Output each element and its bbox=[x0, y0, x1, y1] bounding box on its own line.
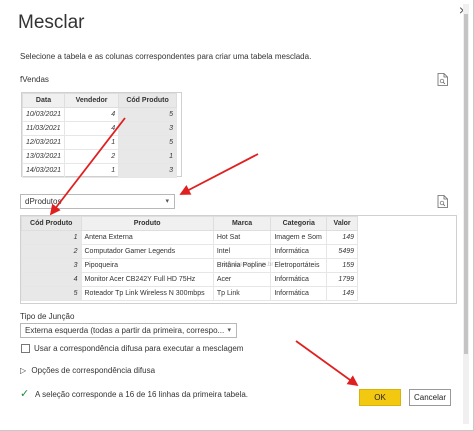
second-table-selected: dProdutos bbox=[25, 197, 62, 206]
dialog-title: Mesclar bbox=[18, 12, 85, 33]
dialog-subtitle: Selecione a tabela e as colunas correspo… bbox=[20, 52, 312, 61]
table-cell: 1 bbox=[118, 149, 177, 164]
table-cell: 4 bbox=[64, 121, 120, 136]
table-cell: Hot Sat bbox=[212, 230, 272, 245]
merge-dialog: × Mesclar Selecione a tabela e as coluna… bbox=[0, 0, 474, 431]
table-cell: 149 bbox=[326, 230, 358, 245]
join-type-selected: Externa esquerda (todas a partir da prim… bbox=[25, 326, 225, 335]
scrollbar-thumb[interactable] bbox=[464, 14, 468, 354]
table-cell: 149 bbox=[326, 286, 358, 301]
table-row: 10/03/2021 4 5 bbox=[21, 107, 177, 122]
table-cell: Acer bbox=[212, 272, 272, 287]
annotation-arrow bbox=[295, 340, 359, 387]
table-cell: 2 bbox=[21, 244, 82, 259]
table-row: 3 Pipoqueira Britânia Popline Eletroportáte… bbox=[21, 258, 358, 273]
table-cell: Antena Externa bbox=[80, 230, 214, 245]
table2-grid: Cód Produto Produto Marca Categoria Valo… bbox=[21, 216, 358, 301]
table-row: 2 Computador Gamer Legends Intel Informátic… bbox=[21, 244, 358, 259]
cancel-button[interactable]: Cancelar bbox=[409, 389, 451, 406]
table-cell: Intel bbox=[212, 244, 272, 259]
annotation-arrow bbox=[179, 153, 259, 195]
table1-header[interactable]: Vendedor bbox=[64, 93, 120, 108]
table-row: 11/03/2021 4 3 bbox=[21, 121, 177, 136]
table2-header[interactable]: Categoria bbox=[270, 216, 328, 231]
fuzzy-match-label[interactable]: Usar a correspondência difusa para execu… bbox=[34, 344, 243, 353]
table-cell: Informática bbox=[270, 272, 328, 287]
table-row: 13/03/2021 2 1 bbox=[21, 149, 177, 164]
chevron-down-icon: ▾ bbox=[165, 198, 169, 205]
table-cell: 1 bbox=[21, 230, 82, 245]
table1-header[interactable]: Data bbox=[21, 93, 66, 108]
join-type-dropdown[interactable]: Externa esquerda (todas a partir da prim… bbox=[20, 323, 237, 338]
table-row: 14/03/2021 1 3 bbox=[21, 163, 177, 178]
table-cell: 14/03/2021 bbox=[21, 163, 66, 178]
table-row: 1 Antena Externa Hot Sat Imagem e Som 149 bbox=[21, 230, 358, 245]
checkmark-icon: ✓ bbox=[20, 388, 30, 400]
fuzzy-options-expander[interactable]: ▷ Opções de correspondência difusa bbox=[20, 366, 155, 375]
table2-header[interactable]: Produto bbox=[80, 216, 214, 231]
table-cell: Monitor Acer CB242Y Full HD 75Hz bbox=[80, 272, 214, 287]
ok-button[interactable]: OK bbox=[359, 389, 401, 406]
file-preview-icon[interactable] bbox=[437, 195, 448, 208]
join-type-label: Tipo de Junção bbox=[20, 312, 75, 321]
table-cell: 10/03/2021 bbox=[21, 107, 66, 122]
table-cell: 11/03/2021 bbox=[21, 121, 66, 136]
chevron-right-icon: ▷ bbox=[20, 366, 27, 375]
table-cell: 5 bbox=[21, 286, 82, 301]
table-row: 4 Monitor Acer CB242Y Full HD 75Hz Acer Inf… bbox=[21, 272, 358, 287]
table-cell: 1799 bbox=[326, 272, 358, 287]
fuzzy-match-checkbox[interactable] bbox=[21, 344, 30, 353]
table-cell: 2 bbox=[64, 149, 120, 164]
table-cell: 3 bbox=[21, 258, 82, 273]
table-cell: Roteador Tp Link Wireless N 300mbps bbox=[80, 286, 214, 301]
table-cell: Informática bbox=[270, 244, 328, 259]
table-cell: Tp Link bbox=[212, 286, 272, 301]
table1-preview: Data Vendedor Cód Produto 10/03/2021 4 5 11… bbox=[21, 92, 182, 178]
table-cell: Informática bbox=[270, 286, 328, 301]
table-cell: 5 bbox=[118, 135, 177, 150]
table-cell: 12/03/2021 bbox=[21, 135, 66, 150]
table-row: 12/03/2021 1 5 bbox=[21, 135, 177, 150]
table-cell: 3 bbox=[118, 121, 177, 136]
table1-grid: Data Vendedor Cód Produto 10/03/2021 4 5 11… bbox=[21, 93, 177, 178]
match-status-text: A seleção corresponde a 16 de 16 linhas … bbox=[35, 390, 249, 399]
table1-name: fVendas bbox=[20, 75, 49, 84]
table-cell: 1 bbox=[64, 163, 120, 178]
table-cell: 4 bbox=[21, 272, 82, 287]
table2-preview: Cód Produto Produto Marca Categoria Valo… bbox=[20, 215, 457, 304]
table-row: 5 Roteador Tp Link Wireless N 300mbps Tp L… bbox=[21, 286, 358, 301]
table-cell: 13/03/2021 bbox=[21, 149, 66, 164]
table2-header[interactable]: Marca bbox=[212, 216, 272, 231]
table-cell: 5499 bbox=[326, 244, 358, 259]
table-cell: 159 bbox=[326, 258, 358, 273]
table-cell: 4 bbox=[64, 107, 120, 122]
table-cell: 5 bbox=[118, 107, 177, 122]
dialog-scrollbar[interactable] bbox=[463, 4, 469, 424]
table-cell: 3 bbox=[118, 163, 177, 178]
fuzzy-options-label: Opções de correspondência difusa bbox=[31, 366, 156, 375]
table-cell: Eletroportáteis bbox=[270, 258, 328, 273]
file-preview-icon[interactable] bbox=[437, 73, 448, 86]
table-cell: Computador Gamer Legends bbox=[80, 244, 214, 259]
chevron-down-icon: ▾ bbox=[227, 327, 231, 334]
watermark: ninjadoexcel.com.br bbox=[220, 262, 274, 268]
table-cell: Pipoqueira bbox=[80, 258, 214, 273]
table-cell: 1 bbox=[64, 135, 120, 150]
table-cell: Imagem e Som bbox=[270, 230, 328, 245]
table2-header-selected[interactable]: Cód Produto bbox=[21, 216, 82, 231]
second-table-dropdown[interactable]: dProdutos ▾ bbox=[20, 194, 175, 209]
table1-header-selected[interactable]: Cód Produto bbox=[118, 93, 177, 108]
table2-header[interactable]: Valor bbox=[326, 216, 358, 231]
